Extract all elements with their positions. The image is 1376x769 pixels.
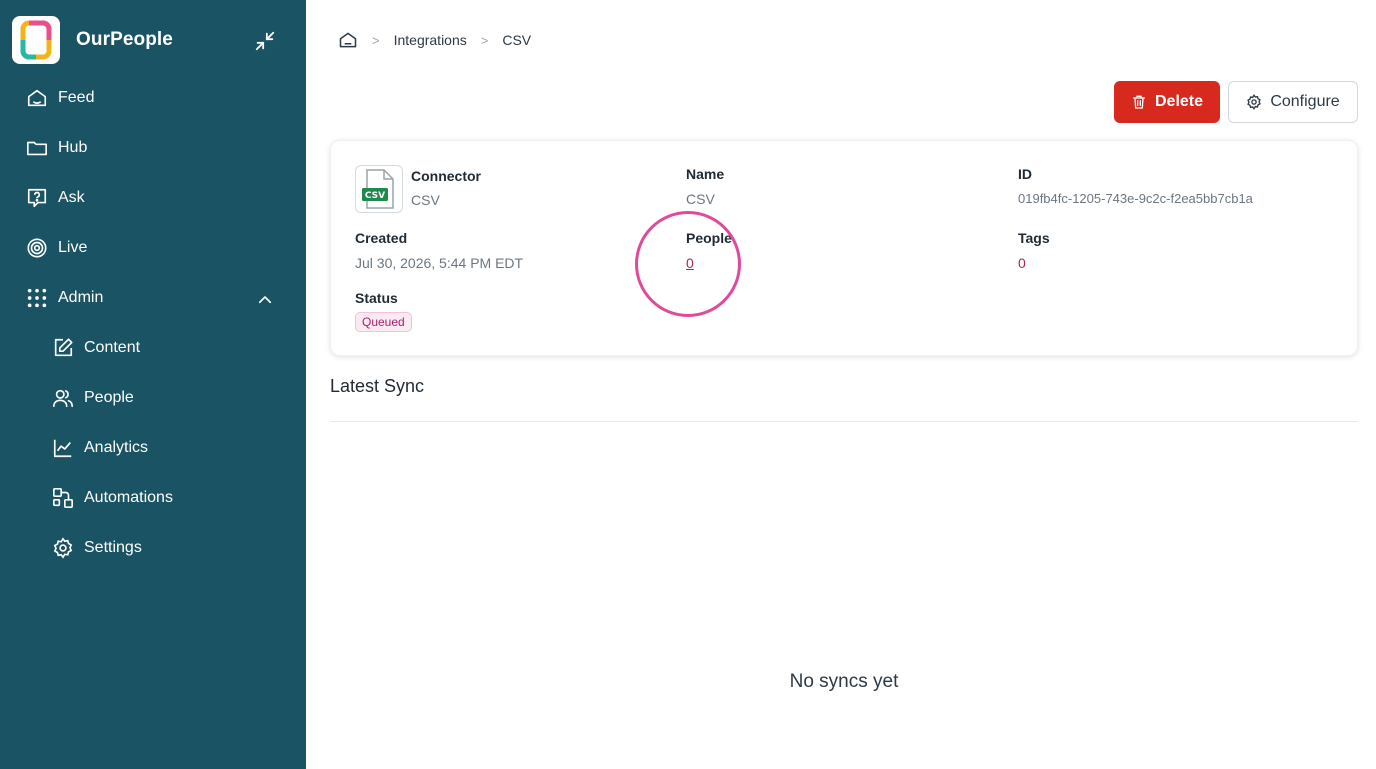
breadcrumb-separator: > <box>480 32 489 48</box>
tags-count: 0 <box>1018 255 1026 271</box>
sidebar-item-label: Ask <box>58 189 85 206</box>
sidebar-item-automations[interactable]: Automations <box>52 481 173 515</box>
status-label: Status <box>355 290 398 306</box>
csv-icon-text: CSV <box>365 191 385 201</box>
breadcrumb-csv: CSV <box>502 32 532 48</box>
people-count-link[interactable]: 0 <box>686 255 732 271</box>
folder-icon <box>26 137 48 159</box>
sidebar-item-label: Settings <box>84 539 142 556</box>
integration-details-card: CSV Connector CSV Name CSV ID 019fb4fc-1… <box>330 140 1358 356</box>
brand[interactable]: OurPeople <box>12 16 173 64</box>
sidebar-item-ask[interactable]: Ask <box>26 181 85 215</box>
tags-label: Tags <box>1018 230 1050 246</box>
delete-button[interactable]: Delete <box>1114 81 1220 123</box>
app-name: OurPeople <box>76 29 173 50</box>
chart-line-icon <box>52 437 74 459</box>
csv-file-icon: CSV <box>355 165 403 213</box>
home-icon[interactable] <box>338 30 358 50</box>
breadcrumb-separator: > <box>372 32 380 48</box>
sidebar-item-label: Live <box>58 239 88 256</box>
app-logo <box>12 16 60 64</box>
id-value: 019fb4fc-1205-743e-9c2c-f2ea5bb7cb1a <box>1018 191 1253 206</box>
connector-label: Connector <box>411 168 481 184</box>
connector-value: CSV <box>411 192 440 208</box>
sidebar-item-content[interactable]: Content <box>52 331 140 365</box>
breadcrumb: > Integrations > CSV <box>338 30 531 50</box>
sidebar-item-people[interactable]: People <box>52 381 134 415</box>
sidebar-item-label: Feed <box>58 89 95 106</box>
delete-label: Delete <box>1154 93 1204 110</box>
sidebar-item-feed[interactable]: Feed <box>26 81 94 115</box>
collapse-sidebar-button[interactable] <box>252 28 278 54</box>
workflow-icon <box>52 487 74 509</box>
grid-dots-icon <box>26 287 48 309</box>
configure-label: Configure <box>1270 93 1340 110</box>
id-field: ID 019fb4fc-1205-743e-9c2c-f2ea5bb7cb1a <box>1018 166 1253 206</box>
home-icon <box>26 87 48 109</box>
divider <box>330 421 1358 422</box>
users-icon <box>52 387 74 409</box>
sidebar-item-admin[interactable]: Admin <box>26 281 103 315</box>
trash-icon <box>1131 94 1147 110</box>
connector-field: Connector CSV <box>411 168 481 208</box>
sidebar-item-label: Automations <box>84 489 173 506</box>
sidebar-item-live[interactable]: Live <box>26 231 87 265</box>
created-field: Created Jul 30, 2026, 5:44 PM EDT <box>355 230 523 271</box>
sidebar-item-label: Hub <box>58 139 88 156</box>
sidebar-item-settings[interactable]: Settings <box>52 531 142 565</box>
name-field: Name CSV <box>686 166 724 207</box>
latest-sync-title: Latest Sync <box>330 376 425 396</box>
edit-icon <box>52 337 74 359</box>
sidebar-item-label: Analytics <box>84 439 149 456</box>
breadcrumb-integrations[interactable]: Integrations <box>394 32 467 48</box>
sidebar-item-analytics[interactable]: Analytics <box>52 431 148 465</box>
people-label: People <box>686 230 732 246</box>
sidebar-item-hub[interactable]: Hub <box>26 131 87 165</box>
sidebar-item-label: Admin <box>58 289 104 306</box>
question-bubble-icon <box>26 187 48 209</box>
sidebar-item-label: Content <box>84 339 141 356</box>
main-content: > Integrations > CSV Delete Configure CS… <box>306 0 1376 769</box>
people-field: People 0 <box>686 230 732 271</box>
target-icon <box>26 237 48 259</box>
chevron-up-icon[interactable] <box>256 291 274 309</box>
status-badge: Queued <box>355 312 412 332</box>
collapse-icon <box>255 31 275 51</box>
gear-icon <box>52 537 74 559</box>
empty-state-text: No syncs yet <box>789 671 899 692</box>
name-label: Name <box>686 166 725 182</box>
created-label: Created <box>355 230 408 246</box>
sidebar: OurPeople Feed Hub Ask Live Admin Conten… <box>0 0 306 769</box>
id-label: ID <box>1018 166 1032 182</box>
configure-button[interactable]: Configure <box>1228 81 1358 123</box>
tags-field: Tags 0 <box>1018 230 1050 271</box>
gear-icon <box>1246 94 1262 110</box>
status-field: Status Queued <box>355 290 412 332</box>
sidebar-item-label: People <box>84 389 134 406</box>
created-value: Jul 30, 2026, 5:44 PM EDT <box>355 255 524 271</box>
name-value: CSV <box>686 191 715 207</box>
